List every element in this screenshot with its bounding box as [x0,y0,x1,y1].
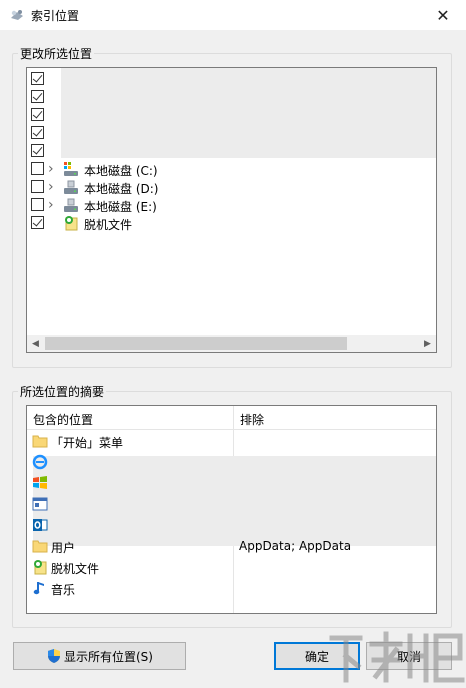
drive-icon [63,197,79,213]
tree-row-label: 本地磁盘 (D:) [84,182,159,196]
checkbox-checked[interactable] [31,90,44,103]
column-header-included[interactable]: 包含的位置 [27,406,234,430]
outlook-icon [32,517,48,533]
summary-location-label: 用户 [51,541,76,555]
expand-chevron-icon[interactable]: › [48,180,58,194]
summary-list[interactable]: 包含的位置 排除 「开始」菜单 用户 AppData; AppData 脱机文件音乐 [26,405,437,614]
summary-location-label: 音乐 [51,583,76,597]
close-button[interactable]: ✕ [420,0,466,30]
window-app-icon [32,496,48,512]
column-header-excluded-text: 排除 [240,413,265,427]
summary-row[interactable] [27,452,436,472]
expand-chevron-icon[interactable]: › [48,162,58,176]
summary-excluded-label: AppData; AppData [239,539,352,553]
show-all-locations-text: 显示所有位置(S) [64,649,153,664]
offline-files-icon [63,215,79,231]
summary-location-label: 「开始」菜单 [51,436,124,450]
offline-files-icon [32,559,48,575]
tree-row[interactable] [27,70,436,88]
tree-row[interactable]: 脱机文件 [27,214,436,232]
summary-row[interactable]: 「开始」菜单 [27,431,436,451]
tree-row[interactable] [27,142,436,160]
internet-explorer-icon [32,454,48,470]
tree-row[interactable] [27,106,436,124]
tree-row-label: 脱机文件 [84,218,133,232]
checkbox-unchecked[interactable] [31,162,44,175]
scrollbar-thumb[interactable] [45,337,347,350]
tree-row[interactable]: › 本地磁盘 (D:) [27,178,436,196]
folder-icon [32,538,48,554]
tree-row[interactable] [27,124,436,142]
ok-button[interactable]: 确定 [274,642,360,670]
tree-row-label: 本地磁盘 (E:) [84,200,157,214]
tree-row[interactable] [27,88,436,106]
close-icon: ✕ [436,5,450,25]
cancel-button[interactable]: 取消 [366,642,452,670]
indexing-options-icon [11,10,23,20]
summary-row[interactable]: 脱机文件 [27,557,436,577]
column-header-included-text: 包含的位置 [33,413,94,427]
summary-row[interactable]: 音乐 [27,578,436,598]
horizontal-scrollbar[interactable]: ◀ ▶ [27,335,436,352]
summary-row[interactable]: 用户 AppData; AppData [27,536,436,556]
tree-row-label: 本地磁盘 (C:) [84,164,158,178]
change-locations-label: 更改所选位置 [18,45,95,62]
scroll-right-arrow-icon[interactable]: ▶ [419,335,436,352]
tree-row[interactable]: › 本地磁盘 (E:) [27,196,436,214]
expand-chevron-icon[interactable]: › [48,198,58,212]
checkbox-checked[interactable] [31,126,44,139]
music-icon [32,580,48,596]
tree-row[interactable]: › 本地磁盘 (C:) [27,160,436,178]
checkbox-checked[interactable] [31,144,44,157]
folder-icon [32,433,48,449]
show-all-locations-button[interactable]: 显示所有位置(S) [13,642,186,670]
summary-location-label: 脱机文件 [51,562,100,576]
checkbox-unchecked[interactable] [31,198,44,211]
scroll-left-arrow-icon[interactable]: ◀ [27,335,44,352]
uac-shield-icon [48,649,60,663]
drive-icon [63,179,79,195]
summary-label: 所选位置的摘要 [18,383,107,400]
system-drive-icon [63,161,79,177]
column-header-excluded[interactable]: 排除 [234,406,436,430]
windows-flag-icon [32,475,48,491]
checkbox-checked[interactable] [31,72,44,85]
window-title: 索引位置 [31,9,80,23]
checkbox-unchecked[interactable] [31,180,44,193]
summary-row[interactable] [27,494,436,514]
ok-button-text: 确定 [304,649,329,664]
locations-tree[interactable]: › 本地磁盘 (C:) › 本地磁盘 (D:) › 本地磁盘 (E:) 脱机文件 ◀ ▶ [26,67,437,353]
cancel-button-text: 取消 [396,649,421,664]
checkbox-checked[interactable] [31,108,44,121]
summary-row[interactable] [27,473,436,493]
summary-row[interactable] [27,515,436,535]
checkbox-checked[interactable] [31,216,44,229]
title-bar: 索引位置 ✕ [0,0,466,30]
